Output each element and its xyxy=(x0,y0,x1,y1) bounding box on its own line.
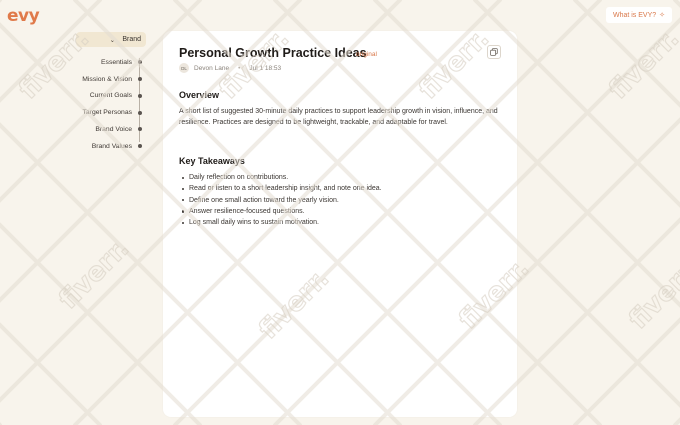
evy-logo[interactable]: evy xyxy=(7,6,40,26)
nav-dot-icon xyxy=(137,110,142,115)
sidebar-item-label: Mission & Vision xyxy=(82,75,132,83)
copy-icon xyxy=(490,48,498,56)
sidebar-item-label: Current Goals xyxy=(89,92,132,100)
nav-dot-icon xyxy=(137,93,142,98)
document-meta: DL Devon Lane • Jul 1 18:53 xyxy=(179,63,281,73)
sidebar-item-brand-values[interactable]: Brand Values xyxy=(60,138,144,155)
sidebar-item-label: Brand Values xyxy=(91,142,132,150)
takeaways-heading: Key Takeaways xyxy=(179,156,245,166)
copy-button[interactable] xyxy=(487,45,501,59)
meta-separator: • xyxy=(238,64,241,72)
nav-dot-icon xyxy=(137,144,142,149)
nav-dot-icon xyxy=(137,127,142,132)
sidebar-item-brand-voice[interactable]: Brand Voice xyxy=(60,121,144,138)
nav-dot-icon xyxy=(137,60,142,65)
overview-text: A short list of suggested 30-minute dail… xyxy=(179,108,498,127)
document-card: Personal Growth Practice Ideas original … xyxy=(163,31,517,417)
brand-section-toggle[interactable]: ⌄ Brand xyxy=(76,32,146,47)
avatar: DL xyxy=(179,63,189,73)
list-item: Answer resilience-focused questions. xyxy=(181,206,501,217)
document-title: Personal Growth Practice Ideas xyxy=(179,46,367,60)
overview-heading: Overview xyxy=(179,90,220,100)
watermark-text: fiverr. xyxy=(623,253,680,335)
sidebar-item-label: Target Personas xyxy=(82,109,133,117)
sidebar-nav: Essentials Mission & Vision Current Goal… xyxy=(60,54,144,155)
chevron-down-icon: ⌄ xyxy=(109,36,116,44)
list-item: Log small daily wins to sustain motivati… xyxy=(181,217,501,228)
brand-section-label: Brand xyxy=(122,36,141,43)
nav-dot-icon xyxy=(137,76,142,81)
sidebar-item-label: Essentials xyxy=(101,58,132,66)
original-tag: original xyxy=(356,51,377,58)
sidebar-item-label: Brand Voice xyxy=(95,126,132,134)
takeaways-list: Daily reflection on contributions. Read … xyxy=(181,172,501,228)
watermark-text: fiverr. xyxy=(53,233,135,315)
list-item: Read or listen to a short leadership ins… xyxy=(181,183,501,194)
what-is-evy-button[interactable]: What is EVY? ✧ xyxy=(606,7,672,23)
sidebar-item-target-personas[interactable]: Target Personas xyxy=(60,104,144,121)
list-item: Define one small action toward the yearl… xyxy=(181,195,501,206)
author-name: Devon Lane xyxy=(194,64,230,72)
sidebar-item-current-goals[interactable]: Current Goals xyxy=(60,88,144,105)
sidebar-item-mission-vision[interactable]: Mission & Vision xyxy=(60,71,144,88)
document-date: Jul 1 18:53 xyxy=(249,64,282,72)
watermark-text: fiverr. xyxy=(603,23,680,105)
what-is-evy-label: What is EVY? xyxy=(612,11,657,19)
sparkle-icon: ✧ xyxy=(659,12,666,19)
list-item: Daily reflection on contributions. xyxy=(181,172,501,183)
sidebar-item-essentials[interactable]: Essentials xyxy=(60,54,144,71)
